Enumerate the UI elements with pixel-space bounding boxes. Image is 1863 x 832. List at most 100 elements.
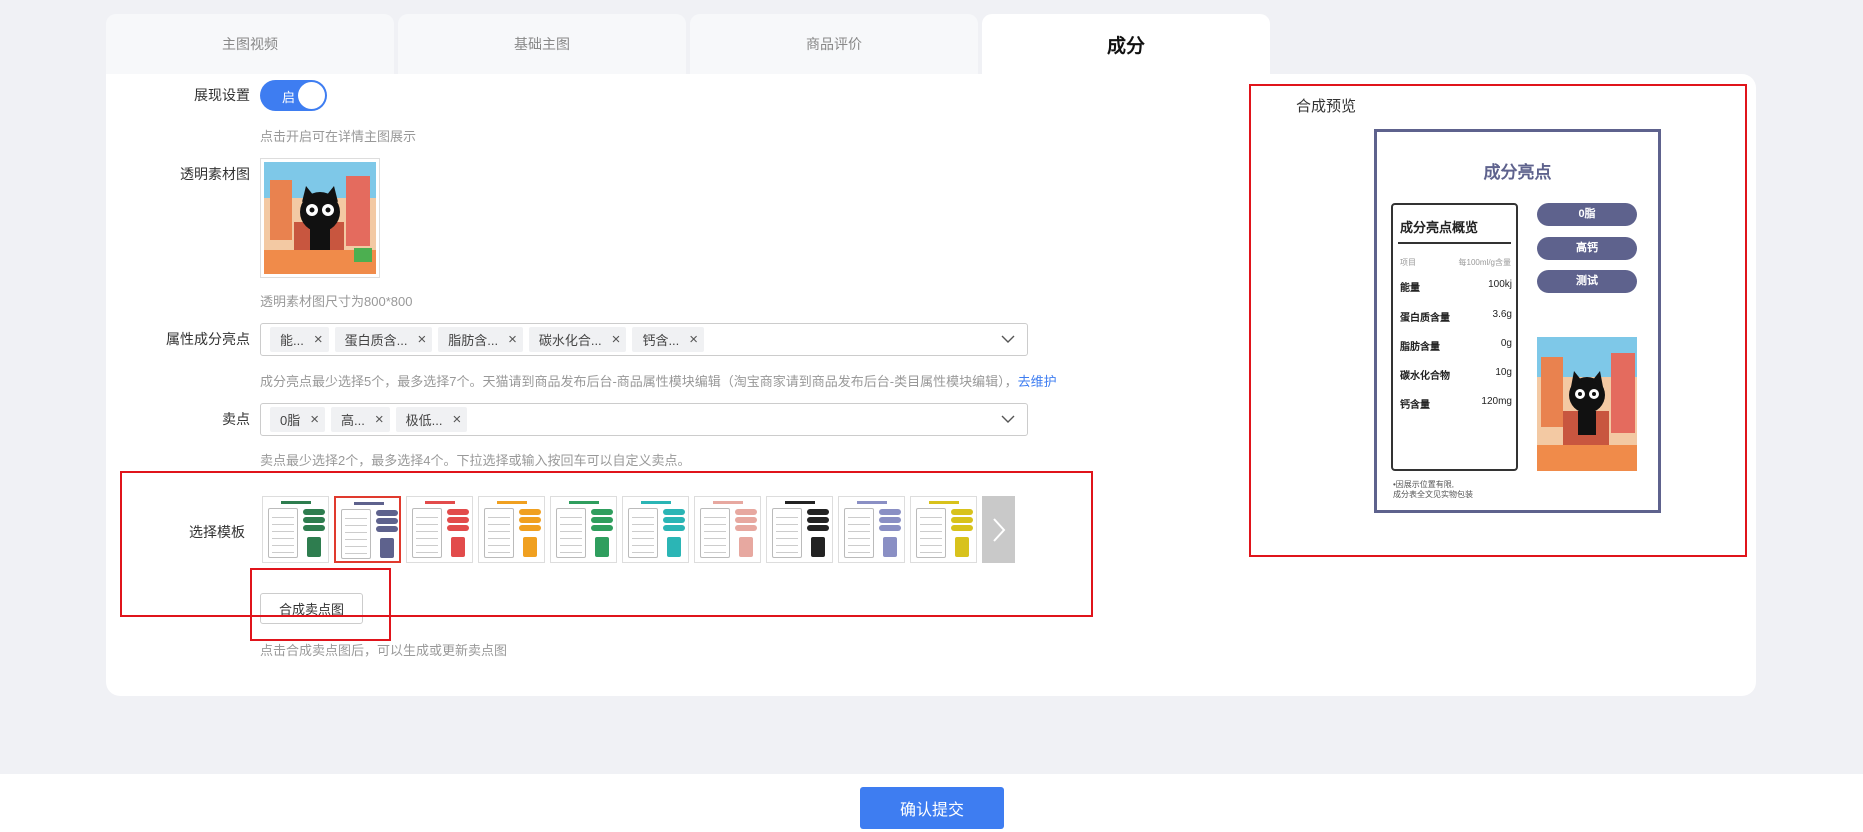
chevron-right-icon (992, 517, 1005, 542)
template-pill (879, 525, 901, 531)
selling-point-tag: 0脂 × (270, 407, 325, 432)
remove-tag-icon[interactable]: × (452, 411, 461, 428)
template-table (628, 508, 658, 558)
template-pill (951, 509, 973, 515)
maintain-link[interactable]: 去维护 (1018, 374, 1057, 389)
template-pill (303, 517, 325, 523)
remove-tag-icon[interactable]: × (508, 331, 517, 348)
divider (1398, 242, 1511, 244)
attribute-tag: 蛋白质含... × (334, 327, 433, 352)
template-pill (376, 510, 398, 516)
tab-bar: 主图视频 基础主图 商品评价 成分 (106, 14, 1270, 74)
template-table (916, 508, 946, 558)
remove-tag-icon[interactable]: × (612, 331, 621, 348)
submit-button[interactable]: 确认提交 (860, 787, 1004, 829)
template-thumbnail[interactable] (838, 496, 905, 563)
remove-tag-icon[interactable]: × (314, 331, 323, 348)
table-row: 脂肪含量 0g (1400, 338, 1512, 353)
transparent-asset-image[interactable] (260, 158, 380, 278)
toggle-text: 启 (282, 90, 296, 105)
template-table (556, 508, 586, 558)
attributes-hint: 成分亮点最少选择5个，最多选择7个。天猫请到商品发布后台-商品属性模块编辑（淘宝… (260, 374, 1057, 389)
template-pill (879, 509, 901, 515)
template-title-bar (929, 501, 959, 504)
tab-product-reviews[interactable]: 商品评价 (690, 14, 978, 74)
template-pill (591, 525, 613, 531)
template-pill (663, 517, 685, 523)
template-pill (807, 517, 829, 523)
tab-ingredients[interactable]: 成分 (982, 14, 1270, 74)
selling-points-label: 卖点 (222, 411, 250, 427)
selling-point-tag: 极低... × (395, 407, 468, 432)
selling-points-select[interactable]: 0脂 × 高... × 极低... × (260, 403, 1028, 436)
attributes-select[interactable]: 能... × 蛋白质含... × 脂肪含... × 碳水化合... × 钙含... × (260, 323, 1028, 356)
chevron-down-icon[interactable] (1001, 332, 1015, 346)
preview-card-title: 成分亮点 (1483, 163, 1552, 182)
template-thumbnail[interactable] (766, 496, 833, 563)
template-title-bar (354, 502, 384, 505)
attribute-tag: 钙含... × (632, 327, 705, 352)
template-pill (951, 517, 973, 523)
display-hint: 点击开启可在详情主图展示 (260, 129, 417, 144)
template-product (883, 537, 897, 557)
attribute-tag: 脂肪含... × (438, 327, 523, 352)
display-toggle[interactable]: 启 (260, 80, 327, 111)
template-table (772, 508, 802, 558)
selling-point-pill: 0脂 (1537, 203, 1637, 226)
display-setting-label: 展现设置 (194, 87, 250, 103)
template-product (955, 537, 969, 557)
template-thumbnail[interactable] (334, 496, 401, 563)
template-thumbnail[interactable] (622, 496, 689, 563)
template-thumbnail[interactable] (262, 496, 329, 563)
table-head-content: 每100ml/g含量 (1458, 258, 1511, 267)
template-pill (735, 525, 757, 531)
chevron-down-icon[interactable] (1001, 412, 1015, 426)
template-product (739, 537, 753, 557)
template-title-bar (569, 501, 599, 504)
remove-tag-icon[interactable]: × (689, 331, 698, 348)
selling-point-pill: 测试 (1537, 270, 1637, 293)
template-title-bar (713, 501, 743, 504)
template-title-bar (857, 501, 887, 504)
table-row: 钙含量 120mg (1400, 396, 1512, 411)
next-templates-button[interactable] (982, 496, 1015, 563)
template-product (451, 537, 465, 557)
compose-button[interactable]: 合成卖点图 (260, 593, 363, 624)
cat-mascot-thumbnail (264, 162, 376, 274)
template-table (341, 509, 371, 559)
attribute-tag: 能... × (270, 327, 329, 352)
template-pill (663, 509, 685, 515)
remove-tag-icon[interactable]: × (375, 411, 384, 428)
tab-main-video[interactable]: 主图视频 (106, 14, 394, 74)
template-thumbnail[interactable] (910, 496, 977, 563)
template-table (412, 508, 442, 558)
template-title-bar (641, 501, 671, 504)
template-pill (735, 509, 757, 515)
preview-card: 成分亮点 成分亮点概览 项目 每100ml/g含量 能量 100kj 蛋白质含量 3… (1374, 129, 1661, 513)
remove-tag-icon[interactable]: × (310, 411, 319, 428)
preview-footnote: •因展示位置有限, 成分表全文见实物包装 (1393, 480, 1473, 499)
template-pill (807, 525, 829, 531)
template-thumbnail[interactable] (406, 496, 473, 563)
template-thumbnail[interactable] (478, 496, 545, 563)
product-image (1537, 337, 1637, 471)
transparent-asset-label: 透明素材图 (180, 166, 250, 182)
template-pill (951, 525, 973, 531)
template-title-bar (497, 501, 527, 504)
template-pill (663, 525, 685, 531)
template-thumbnail[interactable] (694, 496, 761, 563)
template-product (667, 537, 681, 557)
tab-basic-main-image[interactable]: 基础主图 (398, 14, 686, 74)
template-pill (519, 517, 541, 523)
template-pill (735, 517, 757, 523)
template-pill (376, 526, 398, 532)
remove-tag-icon[interactable]: × (417, 331, 426, 348)
template-product (380, 538, 394, 558)
template-pill (519, 509, 541, 515)
template-product (307, 537, 321, 557)
preview-title: 合成预览 (1296, 98, 1357, 115)
template-thumbnail[interactable] (550, 496, 617, 563)
template-title-bar (785, 501, 815, 504)
template-pill (447, 509, 469, 515)
template-pill (303, 509, 325, 515)
